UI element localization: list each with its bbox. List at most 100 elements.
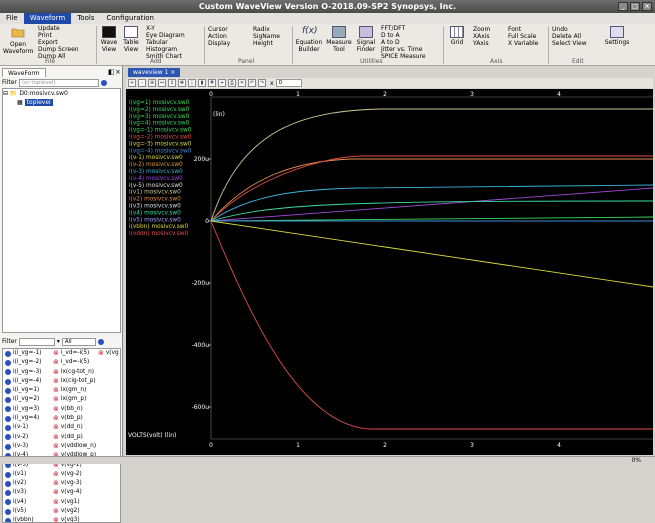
signal-item[interactable]: i(v3) xyxy=(5,488,41,497)
grid-toggle-icon[interactable]: # xyxy=(208,79,216,87)
signal-item[interactable]: i(v-1) xyxy=(5,423,41,432)
signal-item[interactable]: i(v-3) xyxy=(5,442,41,451)
x-variable-button[interactable]: X Variable xyxy=(508,40,538,47)
print-icon[interactable]: ⎙ xyxy=(228,79,236,87)
search-icon[interactable] xyxy=(100,79,107,86)
undo-button[interactable]: Undo xyxy=(552,26,587,33)
signal-item[interactable]: i(i_vg=3) xyxy=(5,405,41,414)
action-button[interactable]: Action xyxy=(208,33,230,40)
height-button[interactable]: Height xyxy=(253,40,280,47)
update-button[interactable]: Update xyxy=(38,25,79,32)
signal-item[interactable]: i(i_vg=2) xyxy=(5,395,41,404)
dump-screen-button[interactable]: Dump Screen xyxy=(38,46,79,53)
histogram-button[interactable]: Histogram xyxy=(146,46,185,53)
d-to-a-button[interactable]: D to A xyxy=(381,32,426,39)
tree-filter-input[interactable]: (or toplevel) xyxy=(18,78,99,87)
signal-item[interactable]: ⊗ v(vddlow_n) xyxy=(53,442,96,451)
signal-item[interactable]: ⊗ v(bb_n) xyxy=(53,405,96,414)
signal-item[interactable]: i(v-2) xyxy=(5,433,41,442)
equation-builder-button[interactable]: f(x) Equation Builder xyxy=(295,26,323,53)
signal-item[interactable]: ⊗ i_vd=-i(5) xyxy=(53,358,96,367)
filter-dropdown-icon[interactable]: ▾ xyxy=(57,338,60,345)
signal-filter-input[interactable] xyxy=(18,337,55,346)
redo-icon[interactable]: ↷ xyxy=(258,79,266,87)
tabular-button[interactable]: Tabular xyxy=(146,39,185,46)
signal-item[interactable]: ⊗ lx(gm_n) xyxy=(53,386,96,395)
signal-item[interactable]: ⊗ lx(cg-tot_n) xyxy=(53,368,96,377)
full-scale-button[interactable]: Full Scale xyxy=(508,33,538,40)
menu-file[interactable]: File xyxy=(0,13,24,24)
search-icon[interactable] xyxy=(97,338,104,345)
display-button[interactable]: Display xyxy=(208,40,230,47)
signal-item[interactable]: ⊗ v(vg3) xyxy=(53,516,96,522)
zoom-y-icon[interactable]: ↕ xyxy=(168,79,176,87)
signal-item[interactable]: ⊗ v(vg xyxy=(98,349,119,358)
signal-item[interactable]: i(i_vg=-2) xyxy=(5,358,41,367)
menu-tools[interactable]: Tools xyxy=(71,13,100,24)
signal-item[interactable]: i(v5) xyxy=(5,507,41,516)
yaxis-button[interactable]: YAxis xyxy=(473,40,490,47)
signal-item[interactable]: ⊗ v(vg1) xyxy=(53,498,96,507)
signal-item[interactable]: ⊗ v(dd_n) xyxy=(53,423,96,432)
signal-item[interactable]: i(v2) xyxy=(5,479,41,488)
measure-tool-button[interactable]: Measure Tool xyxy=(326,26,352,53)
tree-item-selected[interactable]: ▦ toplevel xyxy=(3,98,120,107)
signal-item[interactable]: ⊗ v(vg2) xyxy=(53,507,96,516)
minimize-button[interactable]: _ xyxy=(618,2,628,11)
menu-configuration[interactable]: Configuration xyxy=(101,13,160,24)
signal-item[interactable]: i(i_vg=-1) xyxy=(5,349,41,358)
settings-button[interactable]: Settings xyxy=(604,26,630,46)
cursor-icon[interactable]: | xyxy=(188,79,196,87)
zoom-button[interactable]: Zoom xyxy=(473,26,490,33)
close-button[interactable]: × xyxy=(642,2,652,11)
delete-icon[interactable]: ✕ xyxy=(238,79,246,87)
radix-button[interactable]: Radix xyxy=(253,26,280,33)
waveform-tab[interactable]: WaveForm xyxy=(2,68,46,77)
signal-item[interactable]: ⊗ lx(cig-tot_p) xyxy=(53,377,96,386)
cursor-button[interactable]: Cursor xyxy=(208,26,230,33)
signal-item[interactable]: ⊗ lx(gm_p) xyxy=(53,395,96,404)
panel-pin-icon[interactable]: ◧ xyxy=(108,68,115,76)
panel-close-icon[interactable]: × xyxy=(115,68,121,76)
signal-item[interactable]: ⊗ v(vg-2) xyxy=(53,470,96,479)
zoom-fit-icon[interactable]: ⊕ xyxy=(148,79,156,87)
eye-diagram-button[interactable]: Eye Diagram xyxy=(146,32,185,39)
pan-icon[interactable]: ✥ xyxy=(178,79,186,87)
open-waveform-button[interactable]: Open Waveform xyxy=(3,26,33,55)
spice-measure-button[interactable]: SPICE Measure xyxy=(381,53,426,60)
signal-item[interactable]: i(v1) xyxy=(5,470,41,479)
signal-item[interactable]: i(vbbn) xyxy=(5,516,41,522)
signal-item[interactable]: ⊗ v(dd_p) xyxy=(53,433,96,442)
grid-button[interactable]: Grid xyxy=(447,26,467,46)
signal-item[interactable]: i(v4) xyxy=(5,498,41,507)
menu-waveform[interactable]: Waveform xyxy=(23,13,72,24)
signal-item[interactable]: ⊗ v(bb_p) xyxy=(53,414,96,423)
waveview-tab[interactable]: waveview 1 × xyxy=(128,68,181,77)
select-view-button[interactable]: Select View xyxy=(552,40,587,47)
zoom-x-icon[interactable]: ↔ xyxy=(158,79,166,87)
jitter-vs-time-button[interactable]: Jitter vs. Time xyxy=(381,46,426,53)
signal-item[interactable]: i(i_vg=1) xyxy=(5,386,41,395)
delete-all-button[interactable]: Delete All xyxy=(552,33,587,40)
xaxis-button[interactable]: XAxis xyxy=(473,33,490,40)
a-to-d-button[interactable]: A to D xyxy=(381,39,426,46)
wave-view-button[interactable]: Wave View xyxy=(99,26,119,53)
signal-item[interactable]: ⊗ v(vg-3) xyxy=(53,479,96,488)
signal-finder-button[interactable]: Signal Finder xyxy=(355,26,377,53)
signal-item[interactable]: ⊗ v(vg-4) xyxy=(53,488,96,497)
x-value-input[interactable]: 0 xyxy=(275,79,302,87)
fft-dft-button[interactable]: FFT/DFT xyxy=(381,25,426,32)
maximize-button[interactable]: □ xyxy=(630,2,640,11)
waveform-plot[interactable]: (lin) 200u 0 -200u -400u -600u 0 1 2 3 4 0 1 2 3 4 VOLTS… xyxy=(126,89,653,455)
signame-button[interactable]: SigName xyxy=(253,33,280,40)
export-button[interactable]: Export xyxy=(38,39,79,46)
signal-item[interactable]: ⊗ i_vd=-i(5) xyxy=(53,349,96,358)
signal-item[interactable]: i(i_vg=-3) xyxy=(5,368,41,377)
measure-icon[interactable]: ⌖ xyxy=(218,79,226,87)
signal-item[interactable]: i(i_vg=-4) xyxy=(5,377,41,386)
font-button[interactable]: Font xyxy=(508,26,538,33)
signal-item[interactable]: i(i_vg=4) xyxy=(5,414,41,423)
marker-icon[interactable]: ▮ xyxy=(198,79,206,87)
undo-icon[interactable]: ↶ xyxy=(248,79,256,87)
xy-button[interactable]: X-Y xyxy=(146,25,185,32)
